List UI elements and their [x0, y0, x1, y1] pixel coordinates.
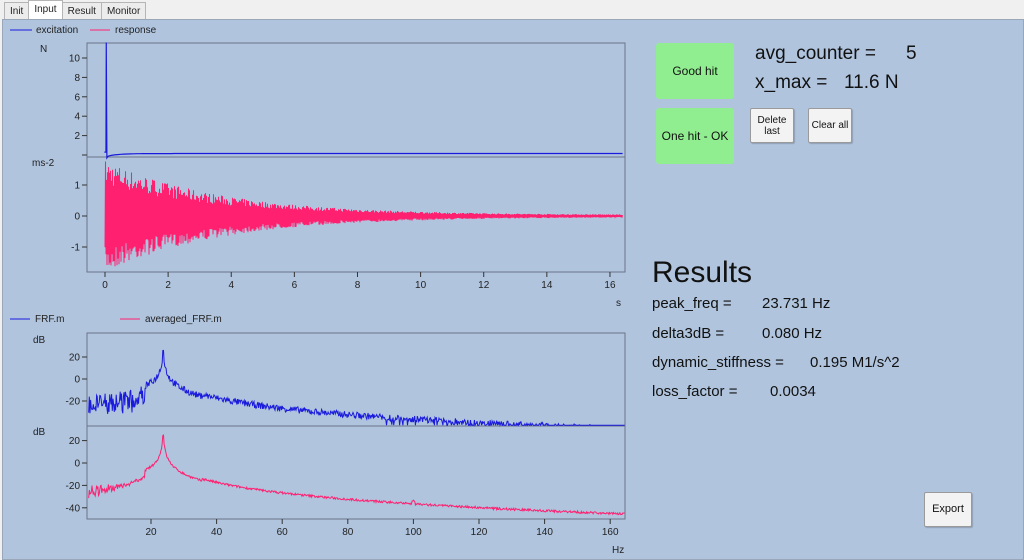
response-y-tick-label: 1: [74, 181, 80, 192]
clear-all-button[interactable]: Clear all: [808, 108, 852, 143]
frf-plot-frame: [86, 332, 626, 427]
time-x-tick-label: 4: [228, 280, 234, 291]
frf-x-unit: Hz: [612, 545, 624, 556]
legend-avg-frf: averaged_FRF.m: [145, 314, 222, 325]
time-x-tick-label: 6: [292, 280, 298, 291]
frf-x-tick-label: 160: [602, 527, 619, 538]
one-hit-ok-indicator: One hit - OK: [656, 108, 734, 164]
dynamic-stiffness-value: 0.195 M1/s^2: [810, 354, 900, 371]
frf-y-tick-label: 20: [69, 353, 81, 364]
avg-frf-y-tick-label: 0: [74, 459, 80, 470]
avg-frf-plot-frame: [86, 425, 626, 520]
frf-x-tick-label: 20: [145, 527, 157, 538]
time-x-tick-label: 14: [541, 280, 553, 291]
frf-top-unit: dB: [33, 335, 46, 346]
excitation-y-tick-label: 8: [74, 73, 80, 84]
time-x-tick-label: 12: [478, 280, 490, 291]
time-x-tick-label: 16: [604, 280, 616, 291]
x-max-label: x_max =: [755, 72, 828, 93]
avg-frf-y-tick-label: -40: [66, 503, 81, 514]
loss-factor-value: 0.0034: [770, 383, 816, 400]
excitation-y-tick-label: 0: [74, 151, 80, 162]
frf-bottom-unit: dB: [33, 427, 46, 438]
frf-x-tick-label: 60: [277, 527, 289, 538]
delta3db-value: 0.080 Hz: [762, 325, 823, 342]
time-x-tick-label: 10: [415, 280, 427, 291]
response-y-tick-label: 0: [74, 212, 80, 223]
dynamic-stiffness-label: dynamic_stiffness =: [652, 354, 784, 371]
frf-x-tick-label: 100: [405, 527, 422, 538]
legend-excitation: excitation: [36, 25, 78, 36]
frf-y-tick-label: 0: [74, 375, 80, 386]
avg-counter-value: 5: [906, 43, 917, 64]
frf-y-tick-label: -20: [66, 397, 81, 408]
frf-x-tick-label: 80: [342, 527, 354, 538]
avg-frf-y-tick-label: 20: [69, 436, 81, 447]
x-max-value: 11.6 N: [844, 72, 899, 93]
time-x-unit: s: [616, 298, 621, 309]
excitation-series: [104, 42, 623, 160]
response-unit: ms-2: [32, 158, 55, 169]
frf-x-tick-label: 140: [536, 527, 553, 538]
good-hit-indicator: Good hit: [656, 43, 734, 99]
frf-x-tick-label: 120: [471, 527, 488, 538]
avg-counter-label: avg_counter =: [755, 43, 876, 64]
response-series: [104, 161, 623, 267]
delta3db-label: delta3dB =: [652, 325, 725, 342]
frf-series: [88, 349, 625, 428]
peak-freq-label: peak_freq =: [652, 295, 732, 312]
avg-frf-series: [88, 434, 625, 516]
excitation-y-tick-label: 4: [74, 112, 80, 123]
legend-frf: FRF.m: [35, 314, 64, 325]
results-title: Results: [652, 256, 753, 289]
frf-x-tick-label: 40: [211, 527, 223, 538]
time-x-tick-label: 8: [355, 280, 361, 291]
legend-response: response: [115, 25, 157, 36]
time-x-tick-label: 0: [102, 280, 108, 291]
excitation-plot-frame: [86, 42, 626, 158]
excitation-y-tick-label: 2: [74, 131, 80, 142]
response-y-tick-label: -1: [71, 243, 80, 254]
avg-frf-y-tick-label: -20: [66, 481, 81, 492]
excitation-unit: N: [40, 44, 47, 55]
excitation-y-tick-label: 10: [69, 54, 81, 65]
excitation-y-tick-label: 6: [74, 92, 80, 103]
peak-freq-value: 23.731 Hz: [762, 295, 831, 312]
loss-factor-label: loss_factor =: [652, 383, 738, 400]
time-x-tick-label: 2: [165, 280, 171, 291]
delete-last-button[interactable]: Delete last: [750, 108, 794, 143]
export-button[interactable]: Export: [924, 492, 972, 527]
